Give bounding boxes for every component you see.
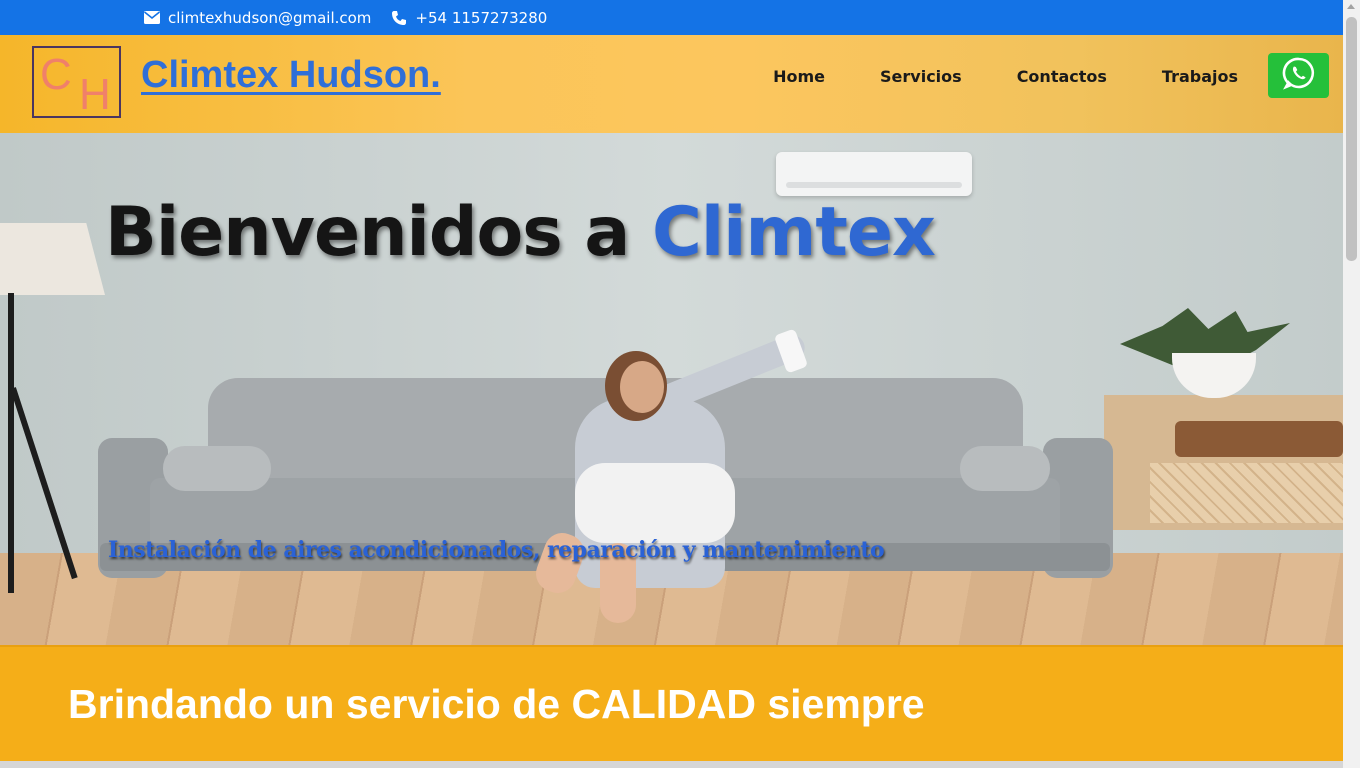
hero-title-accent: Climtex (651, 193, 936, 272)
person-legs (575, 463, 735, 543)
phone-contact[interactable]: +54 1157273280 (391, 9, 547, 27)
whatsapp-button[interactable] (1268, 53, 1329, 98)
page-scrollbar[interactable] (1343, 0, 1360, 768)
hero-title: Bienvenidos a Climtex (105, 193, 936, 272)
scroll-up-arrow-icon[interactable] (1347, 4, 1355, 9)
lamp-pole (8, 293, 14, 593)
hero-subtitle: Instalación de aires acondicionados, rep… (108, 537, 885, 563)
hero-title-main: Bienvenidos a (105, 193, 652, 272)
basket-image (1175, 421, 1343, 457)
cabinet-drawer (1150, 463, 1343, 523)
main-nav: Home Servicios Contactos Trabajos (773, 67, 1238, 86)
brand-link[interactable]: Climtex Hudson. (141, 54, 441, 97)
nav-trabajos[interactable]: Trabajos (1162, 67, 1238, 86)
quality-heading: Brindando un servicio de CALIDAD siempre (68, 681, 925, 727)
phone-icon (391, 10, 407, 26)
contact-bar: climtexhudson@gmail.com +54 1157273280 (0, 0, 1343, 35)
logo[interactable]: C H (32, 46, 121, 119)
person-face (620, 361, 664, 413)
hero-section: Bienvenidos a Climtex Instalación de air… (0, 133, 1343, 645)
scroll-thumb[interactable] (1346, 17, 1357, 261)
email-contact[interactable]: climtexhudson@gmail.com (144, 9, 371, 27)
quality-banner: Brindando un servicio de CALIDAD siempre (0, 645, 1343, 761)
pillow-left (163, 446, 271, 491)
nav-home[interactable]: Home (773, 67, 825, 86)
nav-contactos[interactable]: Contactos (1017, 67, 1107, 86)
whatsapp-icon (1282, 56, 1316, 95)
pillow-right (960, 446, 1050, 491)
air-conditioner-image (776, 152, 972, 196)
logo-letter-c: C (40, 50, 72, 99)
phone-text: +54 1157273280 (415, 8, 548, 27)
page-bottom-edge (0, 761, 1343, 768)
envelope-icon (144, 11, 160, 24)
logo-letter-h: H (79, 70, 111, 119)
nav-servicios[interactable]: Servicios (880, 67, 962, 86)
email-text: climtexhudson@gmail.com (168, 8, 372, 27)
site-header: C H Climtex Hudson. Home Servicios Conta… (0, 35, 1343, 133)
